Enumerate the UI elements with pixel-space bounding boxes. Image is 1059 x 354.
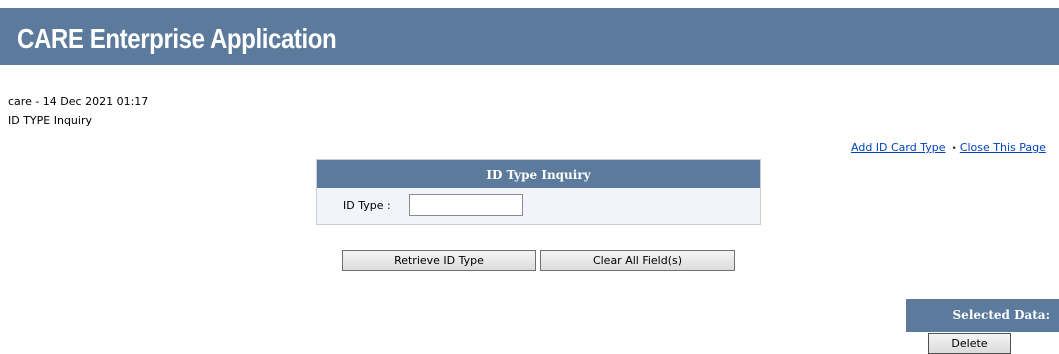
selected-data-header: Selected Data: bbox=[906, 299, 1059, 332]
id-type-label: ID Type : bbox=[343, 199, 391, 212]
session-info: care - 14 Dec 2021 01:17 bbox=[8, 95, 149, 108]
panel-title: ID Type Inquiry bbox=[317, 160, 760, 188]
retrieve-id-type-button[interactable]: Retrieve ID Type bbox=[342, 250, 536, 271]
page-actions: Add ID Card Type • Close This Page bbox=[851, 141, 1046, 154]
clear-all-fields-button[interactable]: Clear All Field(s) bbox=[540, 250, 735, 271]
app-header: CARE Enterprise Application bbox=[0, 8, 1059, 65]
delete-button[interactable]: Delete bbox=[928, 333, 1011, 354]
close-page-link[interactable]: Close This Page bbox=[960, 141, 1046, 154]
add-id-card-type-link[interactable]: Add ID Card Type bbox=[851, 141, 946, 154]
id-type-inquiry-panel: ID Type Inquiry ID Type : bbox=[316, 159, 761, 225]
id-type-input[interactable] bbox=[409, 194, 523, 216]
page-title: ID TYPE Inquiry bbox=[8, 114, 92, 127]
link-separator: • bbox=[951, 144, 957, 154]
app-title: CARE Enterprise Application bbox=[17, 23, 337, 54]
